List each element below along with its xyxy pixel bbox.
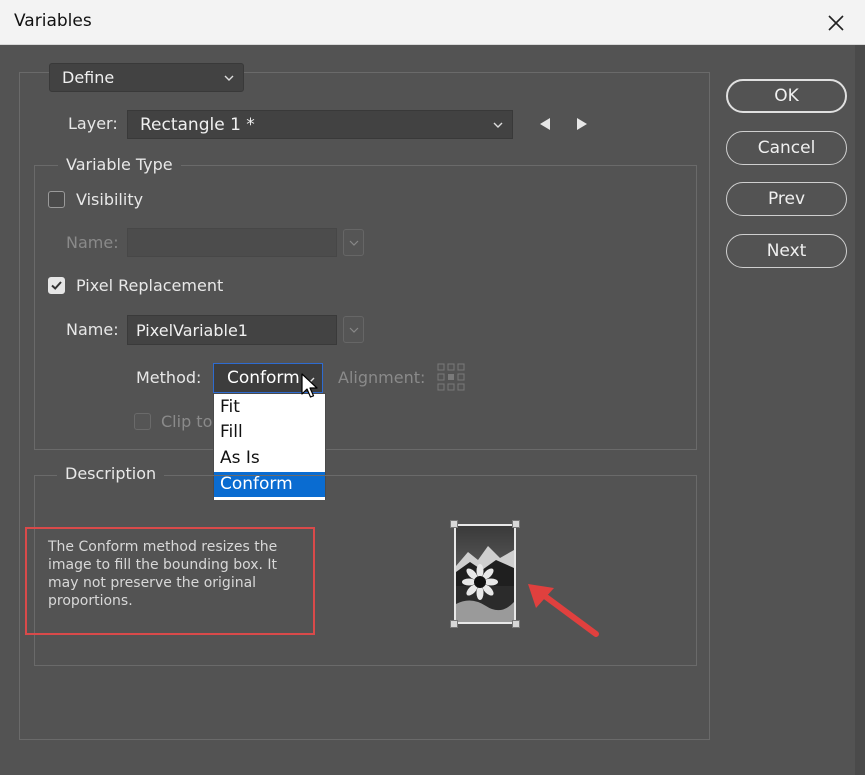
preview-handle-tl	[450, 520, 458, 528]
cancel-button[interactable]: Cancel	[726, 131, 847, 165]
alignment-grid-icon	[437, 363, 465, 391]
pixel-name-label: Name:	[66, 320, 119, 339]
next-button[interactable]: Next	[726, 234, 847, 268]
chevron-down-icon	[349, 327, 358, 333]
clip-checkbox	[134, 413, 151, 430]
annotation-arrow-icon	[528, 584, 599, 637]
visibility-name-label: Name:	[66, 233, 119, 252]
preview-handle-br	[512, 620, 520, 628]
layer-select[interactable]: Rectangle 1 *	[127, 110, 513, 139]
mouse-cursor-icon	[301, 373, 318, 398]
sunflower-image	[456, 526, 514, 622]
chevron-down-icon	[493, 122, 503, 128]
layer-select-value: Rectangle 1 *	[140, 114, 255, 135]
method-option-as-is[interactable]: As Is	[214, 446, 325, 471]
next-arrow-icon[interactable]	[575, 117, 589, 131]
description-legend: Description	[57, 465, 165, 483]
title-bar: Variables	[0, 0, 865, 45]
mode-select-value: Define	[62, 68, 115, 87]
clip-label: Clip to	[161, 412, 213, 431]
layer-label: Layer:	[68, 114, 118, 133]
previous-arrow-icon[interactable]	[538, 117, 552, 131]
mode-select[interactable]: Define	[49, 63, 244, 92]
prev-button[interactable]: Prev	[726, 182, 847, 216]
close-button[interactable]	[821, 8, 851, 38]
ok-button[interactable]: OK	[726, 79, 847, 113]
annotation-highlight-box	[25, 527, 315, 635]
pixel-replacement-label: Pixel Replacement	[76, 276, 224, 295]
background-window-edge	[855, 45, 865, 775]
method-select-value: Conform	[227, 368, 300, 388]
close-icon	[828, 15, 844, 31]
visibility-checkbox[interactable]	[48, 191, 65, 208]
method-option-fill[interactable]: Fill	[214, 420, 325, 445]
pixel-replacement-checkbox[interactable]	[48, 277, 65, 294]
variable-type-legend: Variable Type	[58, 156, 181, 174]
preview-handle-bl	[450, 620, 458, 628]
alignment-label: Alignment:	[338, 368, 426, 387]
method-label: Method:	[136, 368, 202, 387]
visibility-label: Visibility	[76, 190, 144, 209]
chevron-down-icon	[224, 75, 234, 81]
preview-handle-tr	[512, 520, 520, 528]
window-title: Variables	[14, 11, 92, 31]
pixel-name-dropdown[interactable]	[343, 316, 364, 343]
visibility-name-dropdown	[343, 229, 364, 256]
visibility-name-field	[127, 228, 337, 257]
pixel-name-field[interactable]: PixelVariable1	[127, 315, 337, 345]
method-preview-thumbnail	[454, 524, 516, 624]
checkmark-icon	[51, 281, 62, 290]
pixel-name-value: PixelVariable1	[136, 320, 248, 340]
chevron-down-icon	[349, 240, 358, 246]
